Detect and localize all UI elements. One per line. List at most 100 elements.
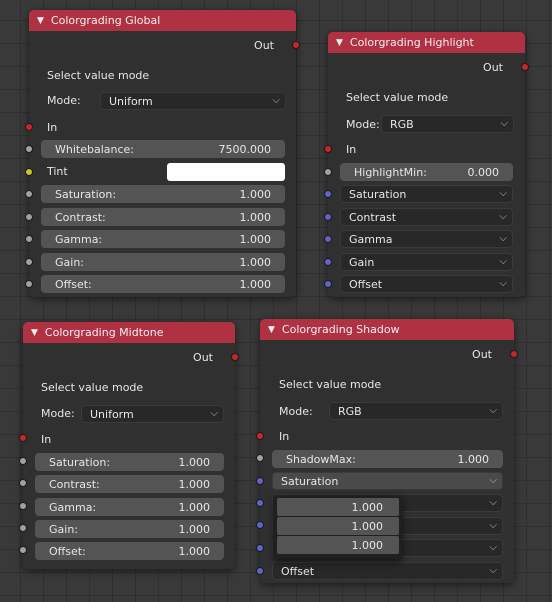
mode-label: Mode: — [346, 118, 380, 131]
chevron-down-icon: ⌵ — [499, 278, 507, 289]
contrast-field[interactable]: Contrast: 1.000 — [35, 475, 224, 493]
select-mode-label: Select value mode — [279, 378, 382, 391]
saturation-socket[interactable] — [25, 190, 33, 198]
field-value: 0.000 — [467, 165, 500, 179]
highlightmin-field[interactable]: HighlightMin: 0.000 — [340, 163, 513, 181]
field-label: Gamma: — [55, 232, 103, 246]
gain-field[interactable]: Gain: 1.000 — [35, 520, 224, 538]
gamma-socket[interactable] — [256, 521, 264, 529]
field-label: ShadowMax: — [286, 452, 356, 466]
popup-value-field[interactable]: 1.000 — [277, 498, 399, 516]
field-value: 1.000 — [178, 477, 211, 491]
gamma-socket[interactable] — [25, 235, 33, 243]
field-value: 1.000 — [239, 255, 272, 269]
popup-value-field[interactable]: 1.000 — [277, 517, 399, 535]
contrast-socket[interactable] — [19, 479, 27, 487]
offset-field[interactable]: Offset: 1.000 — [35, 542, 224, 560]
shadowmax-socket[interactable] — [256, 454, 264, 462]
triangle-down-icon[interactable]: ▼ — [336, 38, 343, 48]
saturation-dropdown[interactable]: Saturation ⌵ — [272, 472, 503, 490]
field-label: Saturation: — [55, 187, 117, 201]
node-colorgrading-highlight[interactable]: ▼ Colorgrading Highlight Out Select valu… — [328, 32, 525, 297]
output-socket[interactable] — [521, 63, 529, 71]
highlightmin-socket[interactable] — [324, 168, 332, 176]
gamma-socket[interactable] — [324, 235, 332, 243]
saturation-field[interactable]: Saturation: 1.000 — [41, 185, 285, 203]
offset-field[interactable]: Offset: 1.000 — [41, 275, 285, 293]
output-socket[interactable] — [292, 41, 300, 49]
tint-socket[interactable] — [25, 168, 33, 176]
whitebalance-socket[interactable] — [25, 145, 33, 153]
gamma-dropdown[interactable]: Gamma ⌵ — [340, 230, 513, 248]
contrast-field[interactable]: Contrast: 1.000 — [41, 208, 285, 226]
mode-dropdown[interactable]: Uniform ⌵ — [81, 405, 224, 423]
gain-socket[interactable] — [19, 524, 27, 532]
field-label: Gamma: — [49, 500, 97, 514]
field-label: Offset: — [55, 277, 92, 291]
mode-dropdown[interactable]: RGB ⌵ — [329, 402, 503, 420]
output-socket[interactable] — [231, 353, 239, 361]
saturation-socket[interactable] — [256, 477, 264, 485]
saturation-dropdown[interactable]: Saturation ⌵ — [340, 185, 513, 203]
output-label: Out — [472, 348, 492, 361]
triangle-down-icon[interactable]: ▼ — [37, 16, 44, 26]
node-header[interactable]: ▼ Colorgrading Global — [29, 10, 296, 31]
whitebalance-field[interactable]: Whitebalance: 7500.000 — [41, 140, 285, 158]
node-header[interactable]: ▼ Colorgrading Shadow — [260, 319, 514, 340]
input-socket[interactable] — [25, 123, 33, 131]
saturation-socket[interactable] — [19, 457, 27, 465]
gain-socket[interactable] — [324, 258, 332, 266]
offset-socket[interactable] — [19, 546, 27, 554]
input-socket[interactable] — [324, 145, 332, 153]
node-colorgrading-global[interactable]: ▼ Colorgrading Global Out Select value m… — [29, 10, 296, 297]
gamma-socket[interactable] — [19, 502, 27, 510]
triangle-down-icon[interactable]: ▼ — [31, 328, 38, 338]
contrast-dropdown[interactable]: Contrast ⌵ — [340, 208, 513, 226]
node-title: Colorgrading Midtone — [44, 326, 164, 339]
gain-field[interactable]: Gain: 1.000 — [41, 253, 285, 271]
gamma-field[interactable]: Gamma: 1.000 — [35, 498, 224, 516]
output-label: Out — [483, 61, 503, 74]
chevron-down-icon: ⌵ — [499, 211, 507, 222]
shadowmax-field[interactable]: ShadowMax: 1.000 — [272, 450, 503, 468]
offset-dropdown[interactable]: Offset ⌵ — [340, 275, 513, 293]
triangle-down-icon[interactable]: ▼ — [268, 325, 275, 335]
popup-value-field[interactable]: 1.000 — [277, 536, 399, 554]
mode-label: Mode: — [279, 405, 313, 418]
contrast-socket[interactable] — [256, 499, 264, 507]
mode-dropdown[interactable]: Uniform ⌵ — [100, 92, 286, 110]
input-socket[interactable] — [19, 434, 27, 442]
gain-socket[interactable] — [25, 258, 33, 266]
mode-dropdown[interactable]: RGB ⌵ — [381, 115, 514, 133]
dropdown-value: Gamma — [349, 232, 393, 246]
field-value: 1.000 — [178, 522, 211, 536]
node-header[interactable]: ▼ Colorgrading Midtone — [23, 322, 235, 343]
field-value: 1.000 — [178, 455, 211, 469]
mode-label: Mode: — [41, 407, 75, 420]
tint-label: Tint — [47, 165, 68, 178]
dropdown-value: Saturation — [281, 474, 339, 488]
gamma-field[interactable]: Gamma: 1.000 — [41, 230, 285, 248]
field-label: Offset: — [49, 544, 86, 558]
saturation-socket[interactable] — [324, 190, 332, 198]
offset-socket[interactable] — [256, 567, 264, 575]
saturation-rgb-popup[interactable]: 1.000 1.000 1.000 — [274, 495, 402, 559]
field-label: Contrast: — [49, 477, 100, 491]
offset-dropdown[interactable]: Offset ⌵ — [272, 562, 503, 580]
saturation-field[interactable]: Saturation: 1.000 — [35, 453, 224, 471]
node-colorgrading-midtone[interactable]: ▼ Colorgrading Midtone Out Select value … — [23, 322, 235, 569]
dropdown-value: Saturation — [349, 187, 407, 201]
node-title: Colorgrading Global — [50, 14, 161, 27]
gain-socket[interactable] — [256, 544, 264, 552]
input-socket[interactable] — [256, 432, 264, 440]
node-header[interactable]: ▼ Colorgrading Highlight — [328, 32, 525, 53]
field-value: 1.000 — [178, 500, 211, 514]
tint-color-swatch[interactable] — [167, 163, 285, 181]
contrast-socket[interactable] — [25, 213, 33, 221]
contrast-socket[interactable] — [324, 213, 332, 221]
offset-socket[interactable] — [25, 280, 33, 288]
offset-socket[interactable] — [324, 280, 332, 288]
output-socket[interactable] — [510, 350, 518, 358]
field-value: 1.000 — [178, 544, 211, 558]
gain-dropdown[interactable]: Gain ⌵ — [340, 253, 513, 271]
